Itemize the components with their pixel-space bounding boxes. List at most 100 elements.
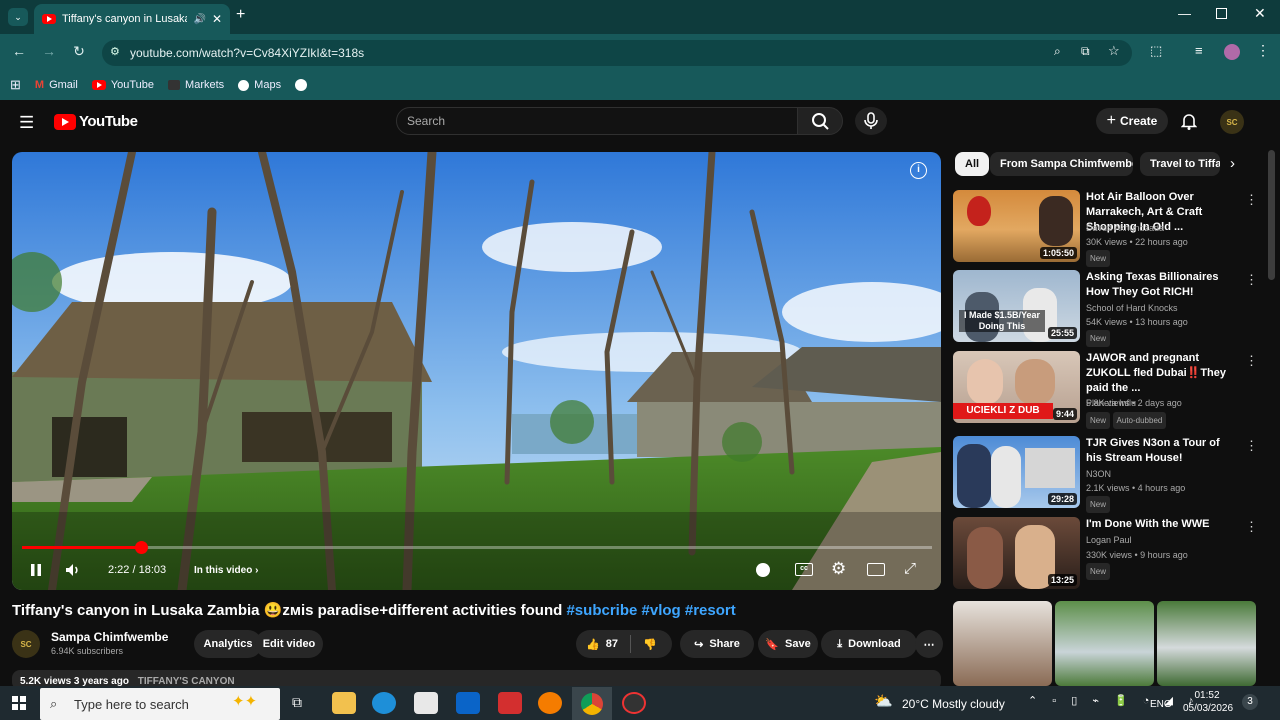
edge-icon[interactable] [372,692,396,714]
channel-avatar[interactable]: SC [12,630,40,658]
chrome-taskbar-button[interactable] [572,687,612,720]
like-button[interactable]: 👍 87 [586,638,618,651]
recommendation-item[interactable]: 13:25 I'm Done With the WWE Logan Paul 3… [953,517,1258,591]
progress-bar[interactable] [22,546,932,549]
profile-avatar[interactable] [1224,44,1240,60]
video-thumbnail[interactable]: UCIEKLI Z DUB 9:44 [953,351,1080,423]
youtube-logo[interactable]: YouTube [54,113,138,130]
video-thumbnail[interactable]: 1:05:50 [953,190,1080,262]
share-button[interactable]: ↪ Share [680,630,754,658]
hashtag-subcribe[interactable]: #subcribe [566,602,637,619]
recommendation-item[interactable]: I Made $1.5B/Year Doing This 25:55 Askin… [953,270,1258,347]
search-icon: ⌕ [50,696,58,711]
site-info-icon[interactable]: ⚙ [110,45,120,58]
hashtag-vlog[interactable]: #vlog [642,602,681,619]
account-avatar[interactable]: SC [1220,110,1244,134]
chevron-right-icon[interactable]: › [1230,155,1235,172]
more-options-icon[interactable]: ⋮ [1245,353,1258,369]
notifications-center-icon[interactable]: 3 [1242,694,1258,710]
analytics-button[interactable]: Analytics [194,630,262,658]
short-thumbnail[interactable] [1055,601,1154,686]
captions-icon[interactable]: cc [795,563,813,576]
dislike-button[interactable]: 👎 [643,638,657,651]
maximize-button[interactable] [1216,8,1227,19]
outlook-icon[interactable] [456,692,480,714]
fullscreen-icon[interactable]: ⤢ [904,560,916,577]
language-indicator[interactable]: ENG [1150,699,1172,710]
tab-close-icon[interactable]: ✕ [212,12,222,26]
voice-search-button[interactable] [855,107,887,135]
chapters-button[interactable]: In this video › [194,565,258,576]
short-thumbnail[interactable] [1157,601,1256,686]
settings-gear-icon[interactable]: ⚙ [831,559,846,579]
minimize-button[interactable]: — [1178,6,1191,21]
forward-button[interactable]: → [38,43,60,59]
time-display: 2:22 / 18:03 [108,564,167,576]
bookmark-gmail[interactable]: M Gmail [35,79,78,91]
info-icon[interactable]: i [910,162,927,179]
media-control-icon[interactable]: ≡ [1195,43,1203,58]
notifications-button[interactable] [1180,112,1198,135]
chip-from-channel[interactable]: From Sampa Chimfwembe [990,152,1133,176]
create-button[interactable]: + Create [1096,108,1168,134]
pause-button[interactable] [29,562,43,583]
globe-icon[interactable] [295,79,308,91]
channel-name[interactable]: Sampa Chimfwembe [51,630,168,644]
scrollbar[interactable] [1268,150,1275,280]
autoplay-toggle[interactable] [756,563,770,577]
window-close-button[interactable]: ✕ [1254,5,1266,22]
address-bar[interactable]: youtube.com/watch?v=Cv84XiYZIkI&t=318s [102,40,1132,66]
apps-grid-icon[interactable]: ⊞ [10,77,21,93]
more-options-icon[interactable]: ⋮ [1245,272,1258,288]
save-button[interactable]: 🔖 Save [758,630,818,658]
recommendation-item[interactable]: 1:05:50 Hot Air Balloon Over Marrakech, … [953,190,1258,267]
taskbar-clock[interactable]: 01:52 05/03/2026 [1183,689,1233,715]
browser-menu-icon[interactable]: ⋮ [1256,42,1270,59]
bookmark-maps[interactable]: Maps [238,79,281,91]
bookmark-markets[interactable]: Markets [168,79,224,91]
task-view-icon[interactable]: ⧉ [292,694,302,711]
bookmark-youtube[interactable]: YouTube [91,79,154,91]
download-button[interactable]: ⤓ Download [821,630,917,658]
windows-start-icon[interactable] [12,696,26,710]
more-options-icon[interactable]: ⋮ [1245,438,1258,454]
extensions-icon[interactable]: ⬚ [1150,43,1162,59]
new-tab-button[interactable]: + [236,6,245,24]
speaker-icon[interactable]: 🔊 [193,14,205,25]
thumbnail-caption: I Made $1.5B/Year Doing This [959,310,1045,332]
theater-mode-icon[interactable] [867,563,885,576]
hamburger-menu-icon[interactable]: ☰ [19,113,34,133]
browser-tab[interactable]: Tiffany's canyon in Lusaka Z 🔊 ✕ [34,4,230,34]
avast-icon[interactable] [538,692,562,714]
mute-button[interactable] [64,562,82,583]
short-thumbnail[interactable] [953,601,1052,686]
file-explorer-icon[interactable] [332,692,356,714]
chip-related[interactable]: Travel to Tiffa [1140,152,1220,176]
zoom-icon[interactable]: ⌕ [1054,44,1061,59]
recorder-icon[interactable] [622,692,646,714]
weather-icon[interactable]: ⛅ [874,692,893,710]
hashtag-resort[interactable]: #resort [685,602,736,619]
bookmark-star-icon[interactable]: ☆ [1108,43,1120,59]
reload-button[interactable]: ↻ [68,43,90,60]
video-thumbnail[interactable]: 29:28 [953,436,1080,508]
wps-icon[interactable] [498,692,522,714]
tab-search-button[interactable]: ⌄ [8,8,28,26]
chip-all[interactable]: All [955,152,990,176]
recommendation-item[interactable]: 29:28 TJR Gives N3on a Tour of his Strea… [953,436,1258,513]
back-button[interactable]: ← [8,43,30,59]
more-actions-button[interactable]: ⋯ [915,630,943,658]
video-thumbnail[interactable]: I Made $1.5B/Year Doing This 25:55 [953,270,1080,342]
video-player[interactable] [12,152,941,590]
weather-text[interactable]: 20°C Mostly cloudy [902,697,1005,711]
store-icon[interactable] [414,692,438,714]
search-input[interactable]: Search [396,107,798,135]
more-options-icon[interactable]: ⋮ [1245,519,1258,535]
more-options-icon[interactable]: ⋮ [1245,192,1258,208]
system-tray-icons[interactable]: ⌃ ▫ ▯ ⌁ 🔋 ◔ ◢ ♪ [1028,694,1200,707]
edit-video-button[interactable]: Edit video [255,630,323,658]
install-icon[interactable]: ⧉ [1081,44,1090,59]
video-thumbnail[interactable]: 13:25 [953,517,1080,589]
search-button[interactable] [797,107,843,135]
recommendation-title: Asking Texas Billionaires How They Got R… [1086,271,1219,298]
